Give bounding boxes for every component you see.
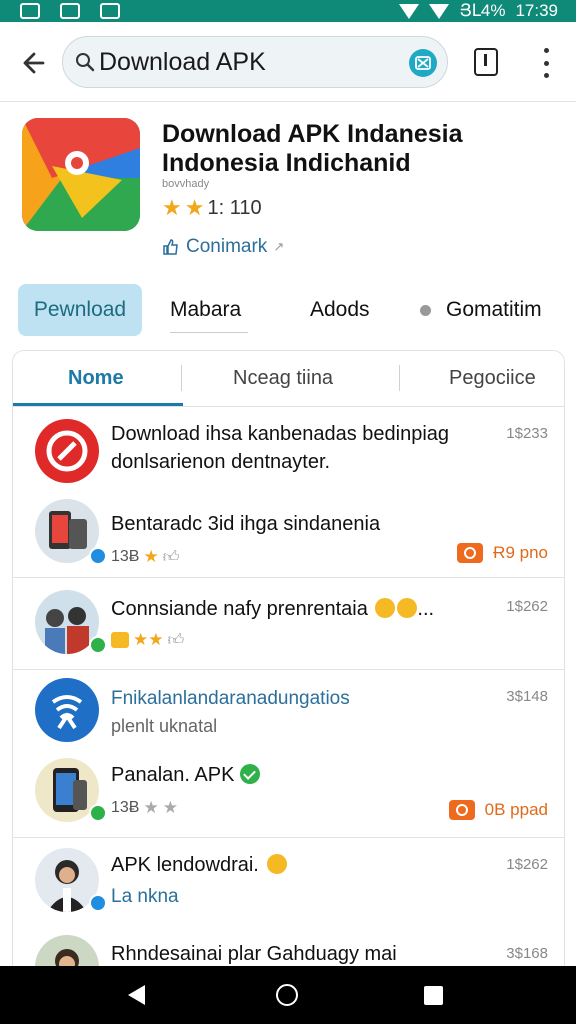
list-item-subtitle: plenlt uknatal [111,716,218,736]
tab-nceag[interactable]: Nceag tiina [233,367,333,390]
camera-icon [457,543,484,563]
list-item-subtitle: La nkna [111,886,179,907]
list-item-value: 1$262 [506,598,548,615]
star-icon: ★★ [133,630,164,649]
clock: 17:39 [515,1,558,20]
verified-icon [89,804,107,822]
thumbs-up-icon [163,239,178,255]
list-item-title: Connsiande nafy prenrentaia ... [111,598,435,620]
app-logo-icon [22,118,140,231]
bookmark-icon[interactable] [474,48,498,76]
tab-separator [399,365,400,391]
divider [170,332,248,333]
list-item-subtitle: donlsarienon dentnayter. [111,451,331,473]
badge-icon [111,632,129,648]
smile-emoji-icon [375,598,396,618]
rating-value: 1: 110 [207,196,262,219]
thumbs-up-icon: 👍︎ [162,548,180,566]
results-card: Nome Nceag tiina Pegociice Download ihsa… [12,350,565,990]
star-icon: ★ [184,195,205,220]
tab-separator [181,365,182,391]
list-item[interactable]: Panalan. APK 13Ƀ ★ ★ 0B ppad [13,754,564,836]
download-button[interactable]: Pewnload [18,284,142,336]
nav-recents-icon[interactable] [424,986,443,1005]
search-input[interactable]: Download APK [99,48,266,77]
nav-back-icon[interactable] [128,985,145,1005]
mabara-tab[interactable]: Mabara [170,298,241,322]
dot-icon [420,305,431,316]
community-link[interactable]: Conimark ↗ [162,236,284,258]
list-item-title: APK lendowdrai. [111,854,287,877]
star-icon: ★ [162,798,178,817]
list-item-value: 3$168 [506,945,548,962]
list-item-meta: 13Ƀ ★ 👍︎ [111,547,180,566]
list-item[interactable]: Connsiande nafy prenrentaia ... ★★ 👍︎ 1$… [13,578,564,668]
developer-name[interactable]: bovvhady [162,178,209,190]
status-bar: ՅԼ4% 17:39 [0,0,576,22]
list-item-title: Download ihsa kanbenadas bedinpiag [111,423,450,445]
list-item-title: Panalan. APK [111,764,261,787]
rating: ★ ★ 1: 110 [162,195,262,221]
active-tab-indicator [13,403,183,406]
verified-icon [89,636,107,654]
list-item-meta: ★★ 👍︎ [111,630,184,650]
app-header: Download APK Indanesia Indonesia Indicha… [0,102,576,272]
verified-icon [89,547,107,565]
action-row: Pewnload Mabara Adods Gomatitim [0,284,576,338]
star-icon: ★ [143,547,159,566]
arrow-icon: ↗ [273,239,285,254]
notification-icon [100,3,120,19]
adods-tab[interactable]: Adods [310,298,370,322]
app-avatar [35,419,99,483]
battery-level: ՅԼ4% [459,1,506,20]
more-options-icon[interactable] [536,48,556,78]
verified-icon [89,894,107,912]
tab-nome[interactable]: Nome [68,367,124,390]
search-field[interactable]: Download APK [62,36,448,88]
list-item[interactable]: APK lendowdrai. La nkna 1$262 [13,838,564,926]
download-badge[interactable]: 0B ppad [448,800,548,820]
thumbs-up-icon: 👍︎ [167,631,185,649]
search-icon [76,53,95,72]
list-item[interactable]: Fnikalanlandaranadungatios plenlt uknata… [13,670,564,754]
gomatitim-tab[interactable]: Gomatitim [446,298,542,322]
list-item[interactable]: Download ihsa kanbenadas bedinpiag donls… [13,407,564,493]
list-item-title: Fnikalanlandaranadungatios [111,688,350,709]
list-item[interactable]: Bentaradc 3id ihga sindanenia 13Ƀ ★ 👍︎ Ɍ… [13,493,564,577]
list-item-meta: 13Ƀ ★ ★ [111,798,178,817]
camera-icon [448,800,475,820]
smile-emoji-icon [397,598,418,618]
app-title: Download APK Indanesia Indonesia Indicha… [162,120,463,177]
image-icon [60,3,80,19]
list-item-value: 3$148 [506,688,548,705]
star-icon: ★ [162,195,182,220]
star-icon: ★ [143,798,159,817]
top-bar: Download APK [0,22,576,102]
back-arrow-icon[interactable] [18,48,48,78]
smile-emoji-icon [266,854,287,874]
tab-pegociice[interactable]: Pegociice [449,367,536,390]
gallery-icon [20,3,40,19]
app-avatar [35,678,99,742]
download-badge[interactable]: Ɍ9 pno [457,543,548,563]
signal-icon [429,3,450,19]
list-item-title: Bentaradc 3id ihga sindanenia [111,513,381,535]
verified-check-icon [240,764,261,784]
clear-search-icon[interactable] [409,49,437,77]
wifi-icon [399,3,420,19]
list-item-title: Rhndesainai plar Gahduagy mai [111,943,397,965]
list-item-value: 1$262 [506,856,548,873]
list-item-value: 1$233 [506,425,548,442]
system-nav-bar [0,966,576,1024]
nav-home-icon[interactable] [276,984,298,1006]
tab-bar: Nome Nceag tiina Pegociice [13,351,564,407]
